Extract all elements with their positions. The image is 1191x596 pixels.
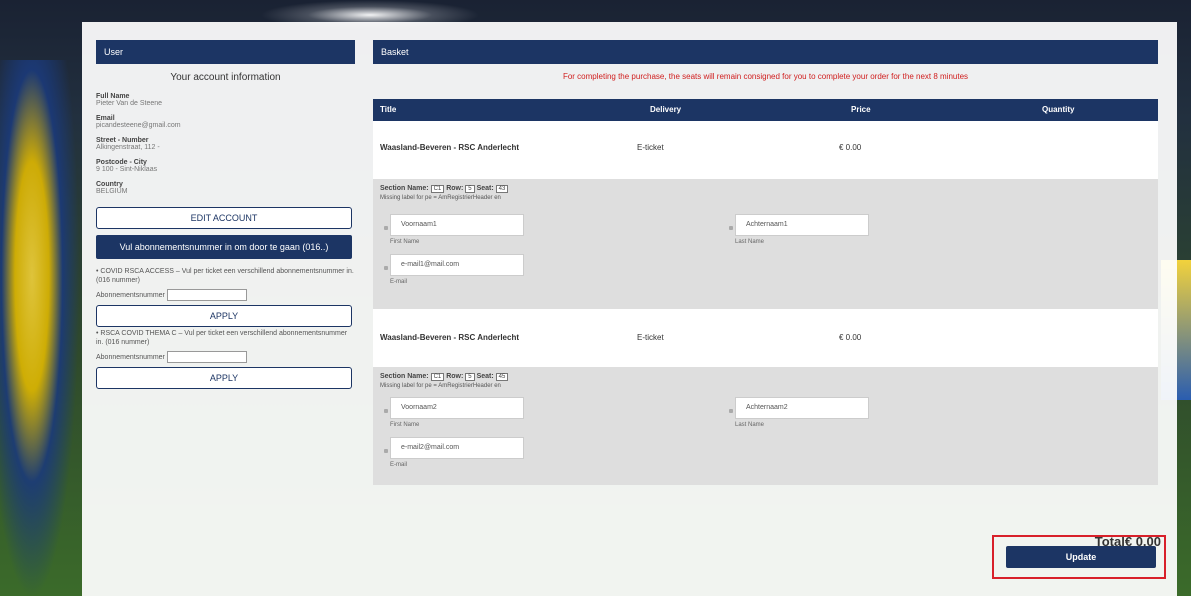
basket-item-row: Waasland-Beveren - RSC Anderlecht E-tick… bbox=[373, 319, 1158, 367]
delivery-value: E-ticket bbox=[637, 143, 664, 152]
ticket-holder-form: Section Name: C1 Row: 5 Seat: 45 Missing… bbox=[373, 367, 1158, 485]
field-marker-icon bbox=[729, 409, 733, 413]
match-title: Waasland-Beveren - RSC Anderlecht bbox=[380, 333, 519, 342]
last-name-label: Last Name bbox=[735, 239, 765, 245]
promo-covid-access-row: Abonnementsnummer bbox=[96, 289, 355, 301]
delivery-value: E-ticket bbox=[637, 333, 664, 342]
field-label: Postcode - City bbox=[96, 159, 147, 166]
promo-covid-thema-text: • RSCA COVID THEMA C – Vul per ticket ee… bbox=[96, 330, 348, 346]
email-input[interactable]: e-mail1@mail.com bbox=[390, 254, 524, 276]
price-value: € 0.00 bbox=[839, 333, 862, 342]
section-label: Section Name: bbox=[380, 373, 429, 380]
column-quantity: Quantity bbox=[1042, 105, 1075, 114]
field-marker-icon bbox=[384, 266, 388, 270]
reservation-notice: For completing the purchase, the seats w… bbox=[562, 72, 969, 81]
field-value: Pieter Van de Steene bbox=[96, 100, 163, 107]
section-value: C1 bbox=[430, 373, 445, 381]
first-name-input[interactable]: Voornaam1 bbox=[390, 214, 524, 236]
email-input[interactable]: e-mail2@mail.com bbox=[390, 437, 524, 459]
first-name-label: First Name bbox=[390, 239, 420, 245]
background-player-left bbox=[0, 60, 80, 596]
seat-value: 43 bbox=[495, 185, 509, 193]
seat-label: Seat: bbox=[476, 373, 494, 380]
account-title: Your account information bbox=[170, 72, 281, 83]
row-label: Row: bbox=[446, 373, 464, 380]
edit-account-button[interactable]: EDIT ACCOUNT bbox=[96, 207, 352, 229]
promo-covid-access-text: • COVID RSCA ACCESS – Vul per ticket een… bbox=[96, 268, 354, 284]
email-label: E-mail bbox=[390, 279, 408, 285]
seat-value: 45 bbox=[495, 373, 509, 381]
field-postcode: Postcode - City 9 100 - Sint-Niklaas bbox=[96, 159, 355, 173]
field-label: Country bbox=[96, 181, 123, 188]
column-price: Price bbox=[851, 105, 871, 114]
last-name-label: Last Name bbox=[735, 422, 765, 428]
field-value: 9 100 - Sint-Niklaas bbox=[96, 166, 158, 173]
seat-info: Section Name: C1 Row: 5 Seat: 45 bbox=[380, 373, 509, 381]
field-country: Country BELGIUM bbox=[96, 181, 355, 195]
update-highlight-box: Update bbox=[992, 535, 1166, 579]
apply-button[interactable]: APPLY bbox=[96, 367, 352, 389]
seat-label: Seat: bbox=[476, 185, 494, 192]
last-name-input[interactable]: Achternaam1 bbox=[735, 214, 869, 236]
basket-column: Basket For completing the purchase, the … bbox=[373, 40, 1158, 485]
field-value: picandesteene@gmail.com bbox=[96, 122, 181, 129]
row-value: 5 bbox=[465, 373, 475, 381]
promo-covid-thema-row: Abonnementsnummer bbox=[96, 351, 355, 363]
field-label: Email bbox=[96, 115, 115, 122]
seat-info: Section Name: C1 Row: 5 Seat: 43 bbox=[380, 185, 509, 193]
apply-button[interactable]: APPLY bbox=[96, 305, 352, 327]
section-value: C1 bbox=[430, 185, 445, 193]
section-label: Section Name: bbox=[380, 185, 429, 192]
subscription-number-input[interactable] bbox=[166, 351, 247, 363]
missing-label-text: Missing label for pe = AmRegistrierHeade… bbox=[380, 195, 501, 201]
item-separator bbox=[373, 309, 1158, 319]
field-label: Full Name bbox=[96, 93, 130, 100]
field-marker-icon bbox=[384, 226, 388, 230]
basket-table-header: Title Delivery Price Quantity bbox=[373, 99, 1158, 121]
missing-label-text: Missing label for pe = AmRegistrierHeade… bbox=[380, 383, 501, 389]
first-name-input[interactable]: Voornaam2 bbox=[390, 397, 524, 419]
subscription-input-label: Abonnementsnummer bbox=[96, 291, 165, 299]
basket-item-row: Waasland-Beveren - RSC Anderlecht E-tick… bbox=[373, 121, 1158, 179]
subscription-number-button[interactable]: Vul abonnementsnummer in om door te gaan… bbox=[96, 235, 352, 259]
field-value: BELGIUM bbox=[96, 188, 128, 195]
main-panel: User Your account information Full Name … bbox=[82, 22, 1177, 596]
user-column: User Your account information Full Name … bbox=[96, 40, 355, 389]
field-marker-icon bbox=[384, 409, 388, 413]
field-marker-icon bbox=[384, 449, 388, 453]
price-value: € 0.00 bbox=[839, 143, 862, 152]
field-label: Street - Number bbox=[96, 137, 149, 144]
subscription-input-label: Abonnementsnummer bbox=[96, 353, 165, 361]
field-full-name: Full Name Pieter Van de Steene bbox=[96, 93, 355, 107]
subscription-number-input[interactable] bbox=[166, 289, 247, 301]
user-header: User bbox=[96, 40, 355, 64]
email-label: E-mail bbox=[390, 462, 408, 468]
column-title: Title bbox=[380, 105, 397, 114]
match-title: Waasland-Beveren - RSC Anderlecht bbox=[380, 143, 519, 152]
last-name-input[interactable]: Achternaam2 bbox=[735, 397, 869, 419]
field-marker-icon bbox=[729, 226, 733, 230]
field-value: Alkingenstraat, 112 - bbox=[96, 144, 160, 151]
column-delivery: Delivery bbox=[650, 105, 682, 114]
update-button[interactable]: Update bbox=[1006, 546, 1156, 568]
field-street: Street - Number Alkingenstraat, 112 - bbox=[96, 137, 355, 151]
ticket-holder-form: Section Name: C1 Row: 5 Seat: 43 Missing… bbox=[373, 179, 1158, 309]
row-label: Row: bbox=[446, 185, 464, 192]
basket-header: Basket bbox=[373, 40, 1158, 64]
first-name-label: First Name bbox=[390, 422, 420, 428]
field-email: Email picandesteene@gmail.com bbox=[96, 115, 355, 129]
row-value: 5 bbox=[465, 185, 475, 193]
